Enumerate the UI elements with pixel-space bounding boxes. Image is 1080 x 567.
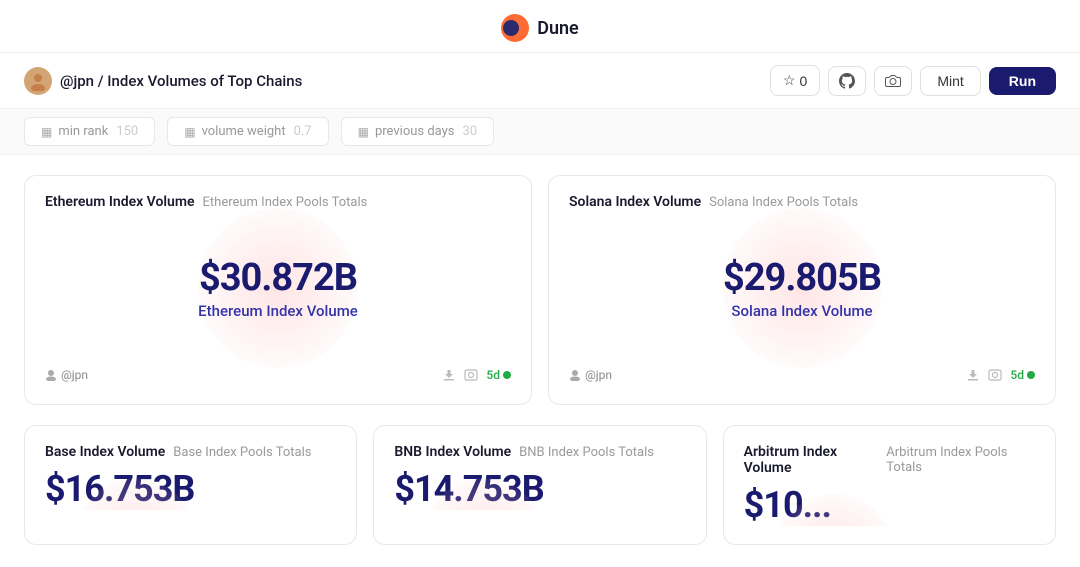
param-volume-weight[interactable]: ▦ volume weight 0.7 [167,117,328,146]
run-button[interactable]: Run [989,67,1056,95]
card-solana-center: $29.805B Solana Index Volume [569,218,1035,358]
ethereum-big-number: $30.872B [199,256,357,300]
solana-user-label: @jpn [585,368,612,382]
card-arbitrum-subtitle: Arbitrum Index Pools Totals [886,445,1035,475]
card-arbitrum: Arbitrum Index Volume Arbitrum Index Poo… [723,425,1056,545]
top-header: Dune [0,0,1080,53]
card-arbitrum-header: Arbitrum Index Volume Arbitrum Index Poo… [744,444,1035,476]
ethereum-footer-user: @jpn [45,368,88,382]
star-count: 0 [800,73,808,89]
toolbar-right: ☆ 0 Mint Run [770,65,1056,96]
card-ethereum: Ethereum Index Volume Ethereum Index Poo… [24,175,532,405]
logo-area: Dune [501,14,579,42]
dune-logo-icon [501,14,529,42]
download-icon-solana [966,368,980,382]
solana-big-label: Solana Index Volume [731,302,872,320]
card-base: Base Index Volume Base Index Pools Total… [24,425,357,545]
card-solana-subtitle: Solana Index Pools Totals [709,195,858,210]
card-arbitrum-title: Arbitrum Index Volume [744,444,879,476]
param-icon-2: ▦ [184,125,195,139]
card-base-header: Base Index Volume Base Index Pools Total… [45,444,336,460]
card-ethereum-title: Ethereum Index Volume [45,194,195,210]
github-icon [839,73,855,89]
card-ethereum-center: $30.872B Ethereum Index Volume [45,218,511,358]
card-bnb-title: BNB Index Volume [394,444,511,460]
card-bnb-header: BNB Index Volume BNB Index Pools Totals [394,444,685,460]
avatar [24,67,52,95]
solana-footer-right: 5d [966,368,1035,382]
camera-button[interactable] [874,66,912,96]
bottom-grid: Base Index Volume Base Index Pools Total… [0,425,1080,565]
card-base-subtitle: Base Index Pools Totals [173,445,311,460]
card-solana-footer: @jpn 5d [569,368,1035,382]
photo-icon-solana [988,368,1002,382]
github-button[interactable] [828,66,866,96]
camera-icon [885,73,901,89]
param-previous-days[interactable]: ▦ previous days 30 [341,117,495,146]
params-bar: ▦ min rank 150 ▦ volume weight 0.7 ▦ pre… [0,109,1080,155]
card-bnb: BNB Index Volume BNB Index Pools Totals … [373,425,706,545]
photo-icon [464,368,478,382]
star-button[interactable]: ☆ 0 [770,65,820,96]
card-solana-title: Solana Index Volume [569,194,701,210]
badge-5d-solana-text: 5d [1010,368,1024,382]
param-min-rank[interactable]: ▦ min rank 150 [24,117,155,146]
param-icon-1: ▦ [41,125,52,139]
param-icon-3: ▦ [358,125,369,139]
ethereum-user-label: @jpn [61,368,88,382]
badge-5d-solana: 5d [1010,368,1035,382]
main-grid: Ethereum Index Volume Ethereum Index Poo… [0,155,1080,425]
solana-big-number: $29.805B [723,256,881,300]
card-base-title: Base Index Volume [45,444,165,460]
download-icon [442,368,456,382]
toolbar-left: @jpn / Index Volumes of Top Chains [24,67,758,95]
card-solana: Solana Index Volume Solana Index Pools T… [548,175,1056,405]
card-bnb-subtitle: BNB Index Pools Totals [519,445,654,460]
green-dot-ethereum [503,371,511,379]
card-ethereum-subtitle: Ethereum Index Pools Totals [203,195,368,210]
user-icon [45,369,57,381]
toolbar: @jpn / Index Volumes of Top Chains ☆ 0 M… [0,53,1080,109]
solana-footer-user: @jpn [569,368,612,382]
breadcrumb: @jpn / Index Volumes of Top Chains [60,72,302,90]
logo-text: Dune [537,18,579,39]
mint-button[interactable]: Mint [920,66,980,96]
card-ethereum-footer: @jpn 5d [45,368,511,382]
star-icon: ☆ [783,72,796,89]
ethereum-footer-right: 5d [442,368,511,382]
green-dot-solana [1027,371,1035,379]
badge-5d-ethereum: 5d [486,368,511,382]
badge-5d-ethereum-text: 5d [486,368,500,382]
user-icon-solana [569,369,581,381]
ethereum-big-label: Ethereum Index Volume [198,302,358,320]
